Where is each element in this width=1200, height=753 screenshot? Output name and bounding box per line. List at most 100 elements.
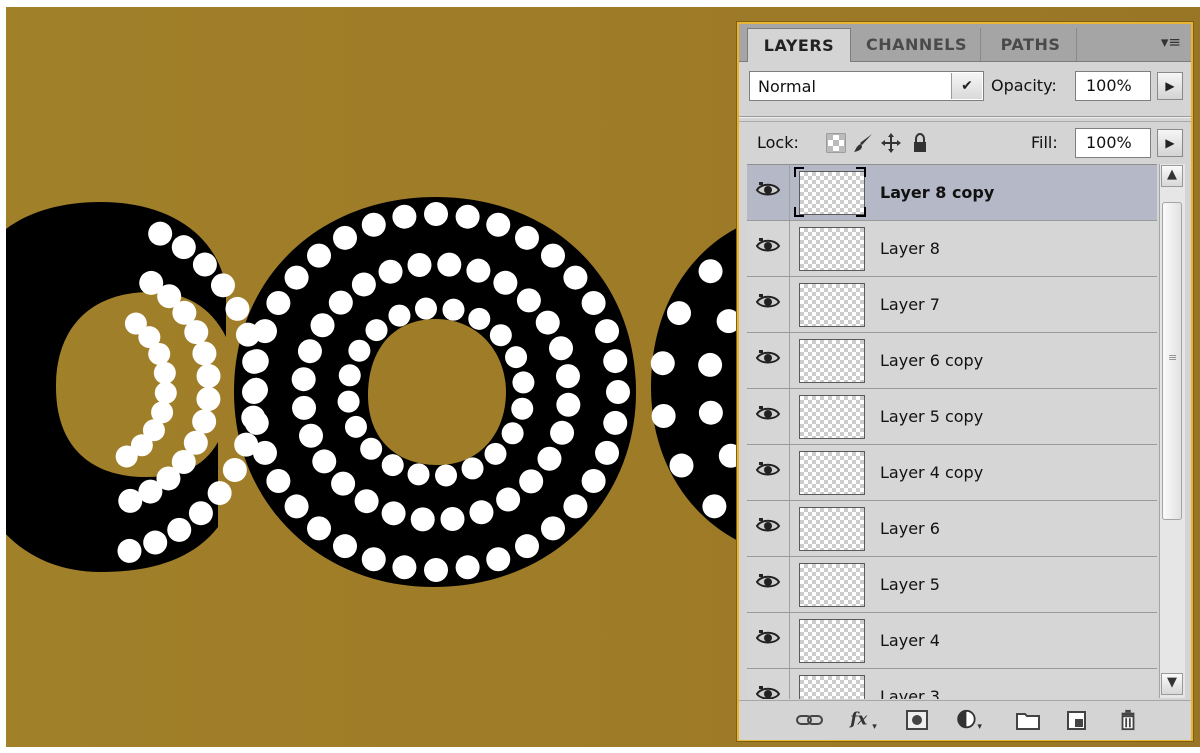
light-dot	[171, 235, 196, 260]
lock-all-icon[interactable]	[909, 132, 931, 154]
new-group-icon[interactable]	[1015, 709, 1041, 731]
eye-icon[interactable]	[755, 515, 781, 537]
lock-position-icon[interactable]	[880, 132, 902, 154]
eye-icon[interactable]	[755, 291, 781, 313]
layer-thumbnail[interactable]	[799, 227, 865, 271]
layer-row[interactable]: Layer 8	[747, 221, 1157, 277]
light-dot	[196, 386, 221, 411]
light-dot	[501, 422, 524, 445]
opacity-input[interactable]: 100%	[1075, 71, 1151, 101]
layer-thumbnail[interactable]	[799, 619, 865, 663]
visibility-toggle[interactable]	[747, 333, 790, 388]
visibility-toggle[interactable]	[747, 277, 790, 332]
light-dot	[581, 291, 606, 315]
light-dot	[167, 517, 192, 542]
eye-icon[interactable]	[755, 235, 781, 257]
visibility-toggle[interactable]	[747, 165, 790, 220]
visibility-toggle[interactable]	[747, 557, 790, 612]
layer-name: Layer 7	[880, 295, 940, 314]
light-dot	[540, 516, 565, 541]
layer-row[interactable]: Layer 3	[747, 669, 1157, 699]
opacity-slider-button[interactable]: ▶	[1157, 72, 1183, 100]
light-dot	[196, 364, 221, 389]
light-dot	[469, 500, 494, 525]
opacity-label: Opacity:	[991, 76, 1057, 95]
lock-transparent-icon[interactable]	[825, 132, 847, 154]
lock-image-icon[interactable]	[852, 132, 874, 154]
light-dot	[516, 288, 541, 313]
eye-icon[interactable]	[755, 571, 781, 593]
layer-list-scrollbar[interactable]: ▲ ≡ ▼	[1159, 164, 1185, 698]
light-dot	[515, 225, 539, 250]
layer-row[interactable]: Layer 5 copy	[747, 389, 1157, 445]
chevron-down-icon[interactable]: ✔	[951, 73, 982, 99]
layer-row[interactable]: Layer 7	[747, 277, 1157, 333]
light-dot	[698, 352, 723, 377]
light-dot	[333, 534, 357, 559]
trash-icon[interactable]	[1116, 709, 1140, 731]
fill-slider-button[interactable]: ▶	[1157, 129, 1183, 157]
layer-row[interactable]: Layer 6 copy	[747, 333, 1157, 389]
layer-row[interactable]: Layer 8 copy	[747, 165, 1157, 221]
light-dot	[424, 558, 448, 582]
layer-thumbnail[interactable]	[799, 563, 865, 607]
eye-icon[interactable]	[755, 347, 781, 369]
scroll-down-button[interactable]: ▼	[1161, 673, 1183, 695]
light-dot	[115, 445, 138, 468]
light-dot	[266, 469, 291, 493]
light-dot	[461, 457, 484, 480]
visibility-toggle[interactable]	[747, 221, 790, 276]
scroll-up-button[interactable]: ▲	[1161, 165, 1183, 187]
eye-icon[interactable]	[755, 683, 781, 699]
visibility-toggle[interactable]	[747, 445, 790, 500]
letter-o-shape	[234, 197, 636, 587]
light-dot	[437, 252, 462, 277]
layer-thumbnail[interactable]	[799, 283, 865, 327]
light-dot	[493, 270, 518, 295]
light-dot	[563, 494, 588, 519]
layer-thumbnail[interactable]	[799, 507, 865, 551]
layer-thumbnail[interactable]	[799, 339, 865, 383]
visibility-toggle[interactable]	[747, 613, 790, 668]
layer-thumbnail[interactable]	[799, 675, 865, 699]
light-dot	[153, 361, 176, 384]
layer-list: Layer 8 copy Layer 8 Layer 7 Layer 6 copy La…	[747, 164, 1157, 699]
add-mask-icon[interactable]	[905, 709, 929, 731]
light-dot	[414, 297, 437, 320]
eye-icon[interactable]	[755, 179, 781, 201]
link-layers-icon[interactable]	[795, 709, 825, 731]
light-dot	[188, 501, 213, 526]
layer-thumbnail[interactable]	[799, 451, 865, 495]
layer-row[interactable]: Layer 4 copy	[747, 445, 1157, 501]
layer-thumbnail[interactable]	[799, 395, 865, 439]
layer-row[interactable]: Layer 5	[747, 557, 1157, 613]
new-layer-icon[interactable]	[1065, 709, 1089, 731]
light-dot	[540, 243, 565, 268]
layer-row[interactable]: Layer 6	[747, 501, 1157, 557]
light-dot	[440, 507, 465, 532]
light-dot	[410, 507, 435, 532]
visibility-toggle[interactable]	[747, 501, 790, 556]
panel-menu-icon[interactable]: ▾≡	[1161, 33, 1181, 51]
scroll-thumb[interactable]: ≡	[1162, 202, 1182, 520]
fill-input[interactable]: 100%	[1075, 128, 1151, 158]
visibility-toggle[interactable]	[747, 669, 790, 699]
selection-frame-icon	[794, 167, 866, 217]
light-dot	[466, 258, 491, 283]
tab-channels[interactable]: CHANNELS	[853, 28, 981, 61]
fx-icon[interactable]: fx ▾	[847, 709, 881, 731]
visibility-toggle[interactable]	[747, 389, 790, 444]
tab-paths[interactable]: PATHS	[985, 28, 1077, 61]
light-dot	[650, 351, 675, 376]
tab-layers[interactable]: LAYERS	[747, 28, 851, 62]
blend-mode-select[interactable]: Normal ✔	[749, 71, 984, 101]
layer-row[interactable]: Layer 4	[747, 613, 1157, 669]
light-dot	[351, 272, 376, 297]
eye-icon[interactable]	[755, 403, 781, 425]
eye-icon[interactable]	[755, 459, 781, 481]
eye-icon[interactable]	[755, 627, 781, 649]
light-dot	[307, 243, 332, 268]
light-dot	[651, 403, 676, 428]
light-dot	[312, 449, 337, 474]
adjustment-layer-icon[interactable]: ▾	[955, 709, 987, 731]
